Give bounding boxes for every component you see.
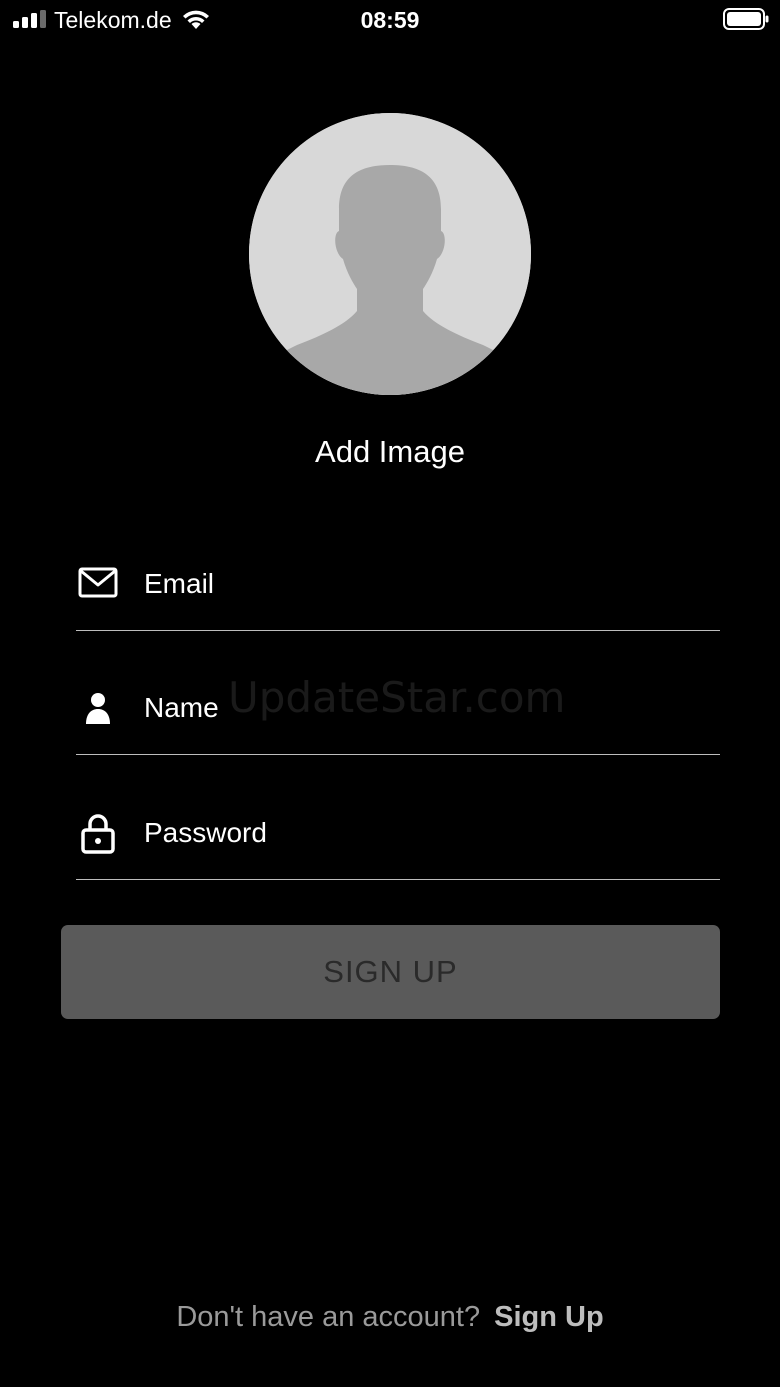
- status-bar: Telekom.de 08:59: [0, 0, 780, 40]
- password-input[interactable]: [144, 813, 704, 853]
- envelope-icon: [78, 567, 118, 598]
- person-silhouette-icon: [249, 113, 531, 395]
- email-input[interactable]: [144, 564, 704, 604]
- lock-icon: [81, 814, 115, 854]
- account-prompt: Don't have an account?: [176, 1301, 481, 1333]
- email-field-row: [76, 540, 720, 631]
- password-field-row: [76, 789, 720, 880]
- battery-full-icon: [723, 8, 769, 30]
- avatar-picker[interactable]: [249, 113, 531, 395]
- sign-up-link[interactable]: Sign Up: [494, 1301, 604, 1333]
- status-time: 08:59: [360, 7, 420, 33]
- add-image-label[interactable]: Add Image: [0, 433, 780, 471]
- person-icon: [86, 693, 110, 724]
- footer: Don't have an account? Sign Up: [0, 1298, 780, 1336]
- watermark: UpdateStar.com: [228, 673, 566, 722]
- sign-up-button[interactable]: SIGN UP: [61, 925, 720, 1019]
